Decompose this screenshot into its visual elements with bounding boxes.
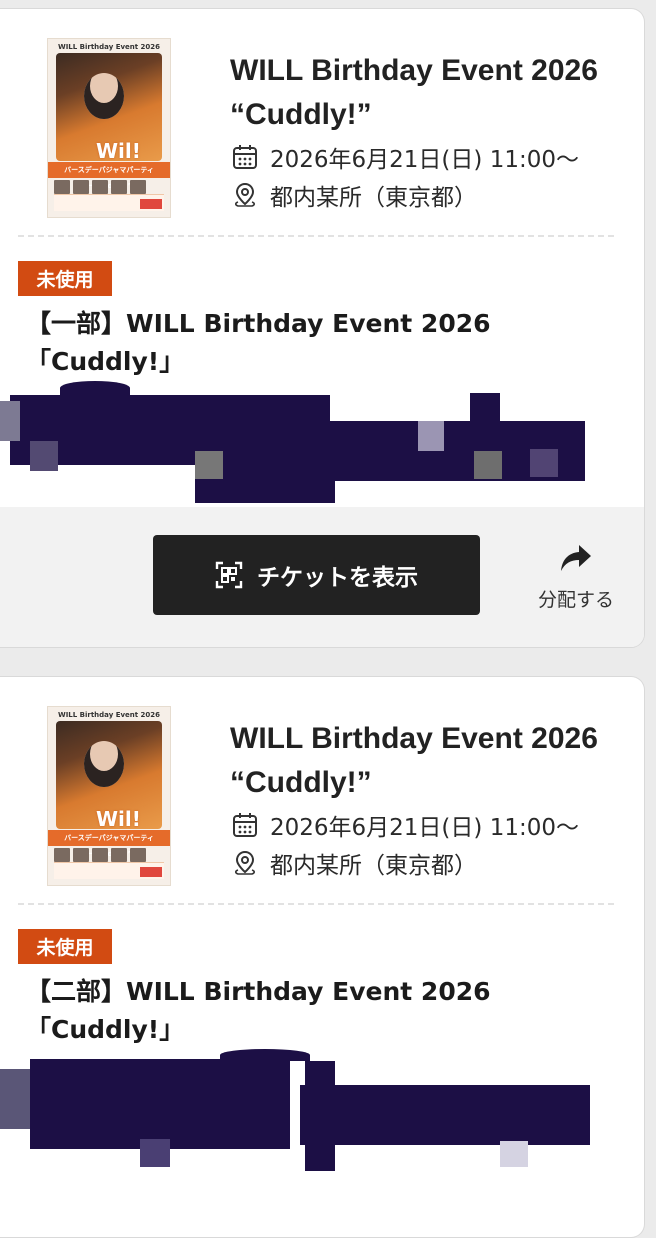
poster-photo: Wil! [56, 53, 162, 163]
poster-logo: Wil! [96, 807, 141, 831]
event-title: WILL Birthday Event 2026 “Cuddly!” [230, 54, 598, 131]
ticket-name: 【一部】WILL Birthday Event 2026 「Cuddly!」 [26, 309, 491, 376]
poster-band: バースデーパジャマパーティー“Cuddly!” [48, 162, 170, 190]
event-poster-image: WILL Birthday Event 2026 Wil! バースデーパジャマパ… [48, 39, 170, 217]
poster-photo: Wil! [56, 721, 162, 831]
dashed-divider [18, 903, 614, 905]
dashed-divider [18, 235, 614, 237]
action-bar: チケットを表示 分配する [0, 507, 644, 647]
ticket-card[interactable]: WILL Birthday Event 2026 Wil! バースデーパジャマパ… [0, 676, 645, 1238]
calendar-icon [233, 813, 257, 837]
poster-band: バースデーパジャマパーティー“Cuddly!” [48, 830, 170, 858]
event-date: 2026年6月21日(日) 11:00〜 [270, 147, 579, 173]
poster-thumbnails [54, 180, 146, 194]
poster-logo: Wil! [96, 139, 141, 163]
event-place: 都内某所（東京都） [270, 185, 477, 211]
ticket-name: 【二部】WILL Birthday Event 2026 「Cuddly!」 [26, 977, 491, 1044]
show-ticket-label: チケットを表示 [257, 565, 418, 591]
poster-thumbnails [54, 848, 146, 862]
share-arrow-icon [561, 545, 591, 571]
event-poster-image: WILL Birthday Event 2026 Wil! バースデーパジャマパ… [48, 707, 170, 885]
event-place-row: 都内某所（東京都） [232, 847, 477, 879]
ticket-card[interactable]: WILL Birthday Event 2026 Wil! バースデーパジャマパ… [0, 8, 645, 648]
poster-header: WILL Birthday Event 2026 [57, 711, 161, 719]
event-place: 都内某所（東京都） [270, 853, 477, 879]
share-button[interactable]: 分配する [524, 543, 628, 617]
qr-code-icon [215, 561, 243, 589]
event-date-row: 2026年6月21日(日) 11:00〜 [232, 809, 579, 841]
show-ticket-button[interactable]: チケットを表示 [153, 535, 480, 615]
event-date: 2026年6月21日(日) 11:00〜 [270, 815, 579, 841]
poster-header: WILL Birthday Event 2026 [57, 43, 161, 51]
event-title: WILL Birthday Event 2026 “Cuddly!” [230, 722, 598, 799]
poster-badge [140, 199, 162, 209]
location-pin-icon [234, 182, 256, 207]
poster-badge [140, 867, 162, 877]
event-date-row: 2026年6月21日(日) 11:00〜 [232, 141, 579, 173]
event-place-row: 都内某所（東京都） [232, 179, 477, 211]
status-badge: 未使用 [18, 929, 112, 964]
share-label: 分配する [537, 589, 614, 611]
status-badge: 未使用 [18, 261, 112, 296]
redacted-info [0, 381, 620, 503]
calendar-icon [233, 145, 257, 169]
location-pin-icon [234, 850, 256, 875]
redacted-info [0, 1049, 620, 1179]
